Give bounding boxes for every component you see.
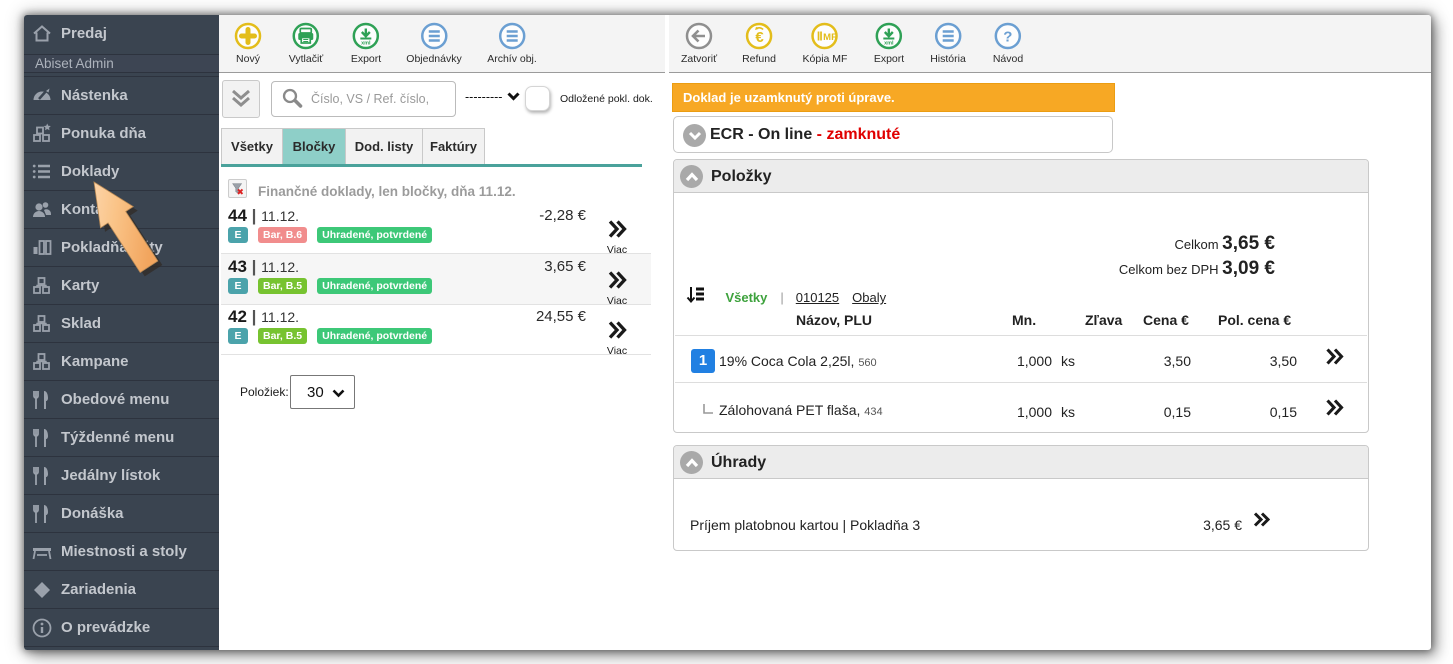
svg-text:?: ? — [1003, 29, 1012, 46]
svg-text:€: € — [755, 29, 764, 46]
svg-text:xml: xml — [361, 41, 371, 47]
svg-text:MF: MF — [824, 32, 838, 43]
svg-text:xml: xml — [884, 41, 894, 47]
